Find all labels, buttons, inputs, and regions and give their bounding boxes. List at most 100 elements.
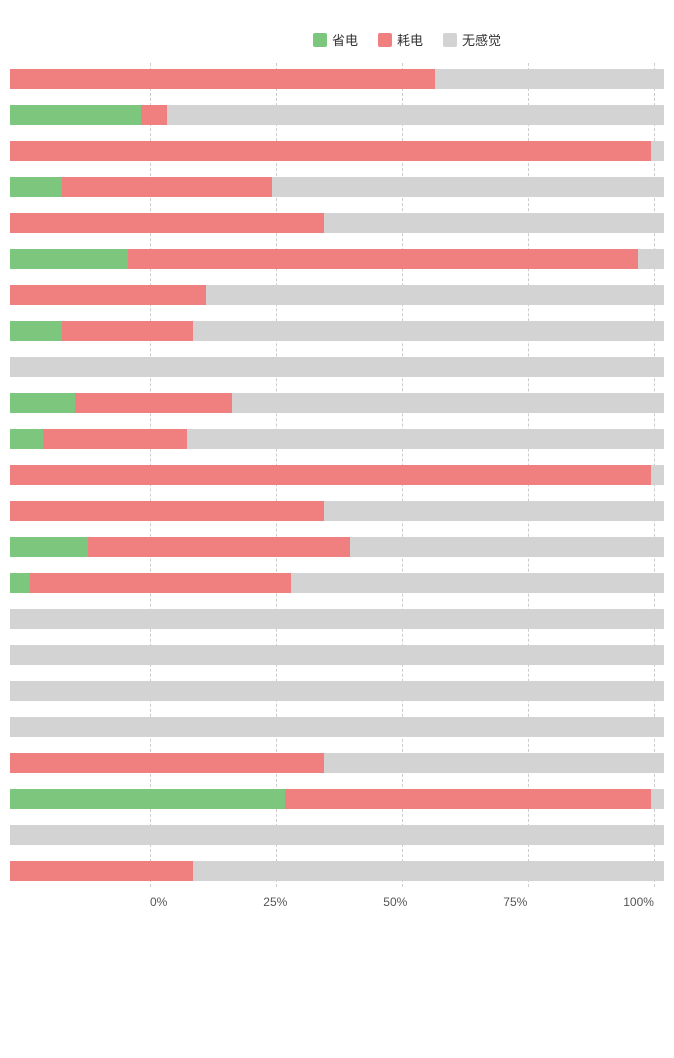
bar-segment-gray xyxy=(10,825,664,845)
bar-row: iPhone SE 第2代 xyxy=(10,675,664,707)
bar-track xyxy=(10,393,664,413)
bar-segment-pink xyxy=(30,573,292,593)
bar-track xyxy=(10,105,664,125)
bar-segment-gray xyxy=(187,429,664,449)
bar-segment-gray xyxy=(435,69,664,89)
bar-segment-green xyxy=(10,393,75,413)
bar-track xyxy=(10,753,664,773)
bar-segment-green xyxy=(10,249,128,269)
legend-label: 省电 xyxy=(332,30,358,49)
bar-track xyxy=(10,357,664,377)
bar-segment-pink xyxy=(128,249,638,269)
x-axis: 0% 25% 50% 75% 100% xyxy=(150,895,654,909)
bar-label: iPhone 12 mini xyxy=(0,216,10,230)
bar-label: iPhone 11 xyxy=(0,72,10,86)
bar-label: iPhone 8 Plus xyxy=(0,648,10,662)
bar-label: iPhone 14 xyxy=(0,468,10,482)
x-tick: 25% xyxy=(263,895,287,909)
bar-row: iPhone 14 ProMax xyxy=(10,567,664,599)
bar-label: iPhone 12 Pro xyxy=(0,252,10,266)
bar-segment-pink xyxy=(62,321,193,341)
bar-segment-pink xyxy=(10,285,206,305)
bar-row: iPhone XS xyxy=(10,819,664,851)
bar-segment-gray xyxy=(10,717,664,737)
bar-row: iPhone 11 ProMax xyxy=(10,135,664,167)
bar-segment-pink xyxy=(88,537,350,557)
bar-track xyxy=(10,285,664,305)
legend-label: 耗电 xyxy=(397,30,423,49)
bar-row: iPhone 14 xyxy=(10,459,664,491)
bar-row: iPhone 12 xyxy=(10,171,664,203)
bar-row: iPhone 13 Pro xyxy=(10,387,664,419)
bar-track xyxy=(10,861,664,881)
bar-row: iPhone XR xyxy=(10,783,664,815)
bar-label: iPhone 14 Plus xyxy=(0,504,10,518)
legend-color-dot xyxy=(378,33,392,47)
bar-segment-gray xyxy=(350,537,664,557)
bar-segment-green xyxy=(10,573,30,593)
bar-track xyxy=(10,609,664,629)
bar-segment-gray xyxy=(324,213,664,233)
bar-segment-green xyxy=(10,537,88,557)
x-tick: 0% xyxy=(150,895,167,909)
bars-wrapper: iPhone 11iPhone 11 ProiPhone 11 ProMaxiP… xyxy=(10,63,664,887)
bar-segment-pink xyxy=(10,861,193,881)
bar-row: iPhone SE 第3代 xyxy=(10,711,664,743)
x-tick: 100% xyxy=(623,895,654,909)
bar-track xyxy=(10,321,664,341)
bar-segment-gray xyxy=(10,609,664,629)
bar-track xyxy=(10,429,664,449)
bar-segment-gray xyxy=(638,249,664,269)
bar-segment-gray xyxy=(10,681,664,701)
bar-segment-pink xyxy=(141,105,167,125)
bar-track xyxy=(10,537,664,557)
bar-row: iPhone 8 Plus xyxy=(10,639,664,671)
bar-label: iPhone 8 xyxy=(0,612,10,626)
x-tick: 50% xyxy=(383,895,407,909)
bar-track xyxy=(10,69,664,89)
bar-segment-pink xyxy=(10,69,435,89)
bar-label: iPhone 12 xyxy=(0,180,10,194)
bar-label: iPhone XS xyxy=(0,828,10,842)
bar-segment-green xyxy=(10,321,62,341)
bar-label: iPhone X xyxy=(0,756,10,770)
bar-label: iPhone SE 第3代 xyxy=(0,720,10,734)
bar-row: iPhone 14 Plus xyxy=(10,495,664,527)
legend-item: 耗电 xyxy=(378,30,423,49)
legend-label: 无感觉 xyxy=(462,30,501,49)
bar-label: iPhone 13 ProMax xyxy=(0,425,10,454)
bar-track xyxy=(10,177,664,197)
bar-segment-gray xyxy=(324,753,664,773)
legend: 省电 耗电 无感觉 xyxy=(150,30,664,49)
bar-track xyxy=(10,249,664,269)
bar-label: iPhone 13 Pro xyxy=(0,396,10,410)
bar-row: iPhone X xyxy=(10,747,664,779)
bar-track xyxy=(10,681,664,701)
bar-segment-pink xyxy=(10,213,324,233)
bar-row: iPhone 12 Pro xyxy=(10,243,664,275)
bar-segment-gray xyxy=(206,285,664,305)
bar-label: iPhone 11 Pro xyxy=(0,108,10,122)
bar-segment-green xyxy=(10,789,285,809)
bar-row: iPhone XS Max xyxy=(10,855,664,887)
bar-segment-gray xyxy=(10,357,664,377)
bar-label: iPhone 11 ProMax xyxy=(0,137,10,166)
bar-track xyxy=(10,573,664,593)
legend-item: 省电 xyxy=(313,30,358,49)
bar-segment-pink xyxy=(285,789,651,809)
bar-segment-pink xyxy=(43,429,187,449)
bar-row: iPhone 13 ProMax xyxy=(10,423,664,455)
bar-label: iPhone 13 xyxy=(0,324,10,338)
bar-segment-green xyxy=(10,105,141,125)
bar-track xyxy=(10,141,664,161)
bar-segment-green xyxy=(10,429,43,449)
bar-segment-gray xyxy=(272,177,664,197)
x-tick: 75% xyxy=(503,895,527,909)
bar-segment-gray xyxy=(193,861,664,881)
bar-row: iPhone 12 mini xyxy=(10,207,664,239)
bar-segment-gray xyxy=(232,393,664,413)
bar-segment-gray xyxy=(651,141,664,161)
bar-label: iPhone 14 ProMax xyxy=(0,569,10,598)
chart-container: 省电 耗电 无感觉 iPhone 11iPhone 11 ProiPhone 11 … xyxy=(10,20,664,909)
bar-segment-gray xyxy=(651,789,664,809)
